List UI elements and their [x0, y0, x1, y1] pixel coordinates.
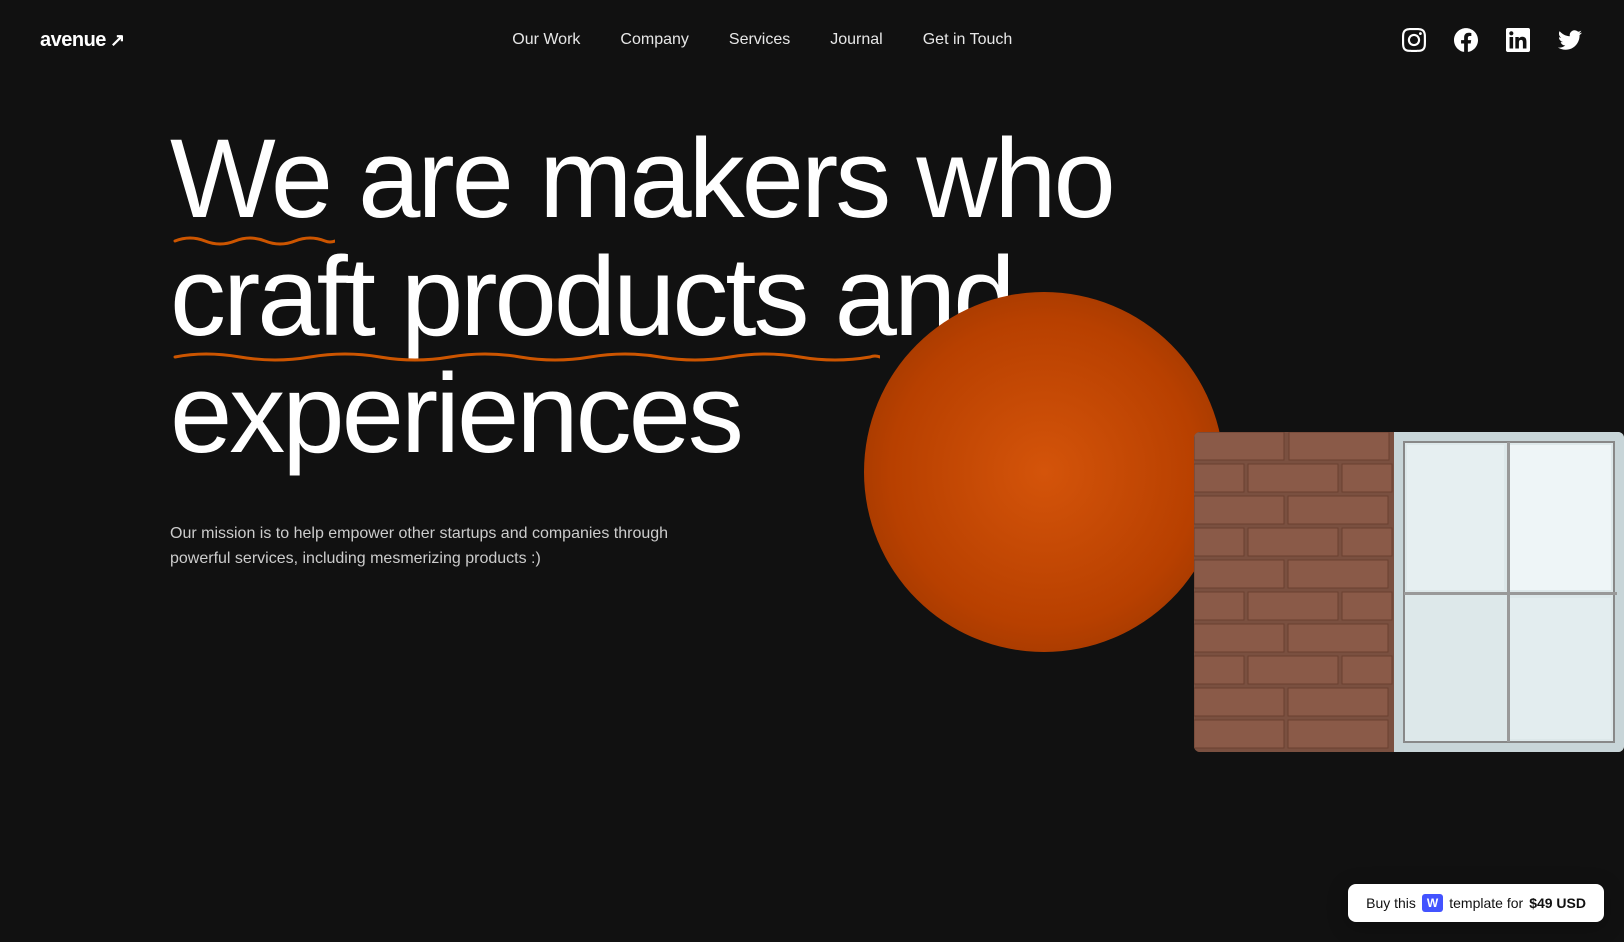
nav-services[interactable]: Services — [729, 31, 790, 48]
linkedin-icon[interactable] — [1504, 26, 1532, 54]
navbar: avenue ↗ Our Work Company Services Journ… — [0, 0, 1624, 80]
page-wrapper: avenue ↗ Our Work Company Services Journ… — [0, 0, 1624, 942]
buy-badge-w: W — [1422, 894, 1443, 912]
hero-photo-bg — [1194, 432, 1624, 752]
hero-subtitle: Our mission is to help empower other sta… — [170, 521, 690, 572]
logo[interactable]: avenue ↗ — [40, 29, 125, 52]
decorative-circle — [864, 292, 1224, 652]
logo-arrow: ↗ — [110, 30, 125, 51]
twitter-icon[interactable] — [1556, 26, 1584, 54]
nav-our-work[interactable]: Our Work — [512, 31, 580, 48]
headline-line1: We are makers who — [170, 120, 1454, 238]
buy-badge-price: $49 USD — [1529, 895, 1586, 911]
buy-badge-middle: template for — [1449, 895, 1523, 911]
nav-journal[interactable]: Journal — [830, 31, 882, 48]
nav-get-in-touch[interactable]: Get in Touch — [923, 31, 1013, 48]
headline-line2-text: craft products and — [170, 234, 1013, 359]
logo-text: avenue — [40, 29, 106, 52]
buy-badge-prefix: Buy this — [1366, 895, 1416, 911]
nav-company[interactable]: Company — [620, 31, 688, 48]
headline-line1-text: We are makers who — [170, 116, 1113, 241]
hero-photo — [1194, 432, 1624, 752]
photo-svg — [1194, 432, 1624, 752]
instagram-icon[interactable] — [1400, 26, 1428, 54]
hero-section: We are makers who craft products and exp… — [0, 80, 1624, 572]
hero-headline: We are makers who craft products and exp… — [170, 120, 1454, 473]
nav-links: Our Work Company Services Journal Get in… — [512, 31, 1012, 49]
nav-social — [1400, 26, 1584, 54]
buy-badge[interactable]: Buy this W template for $49 USD — [1348, 884, 1604, 922]
facebook-icon[interactable] — [1452, 26, 1480, 54]
headline-line2: craft products and — [170, 238, 1454, 356]
underline-craft-decoration — [170, 347, 880, 363]
